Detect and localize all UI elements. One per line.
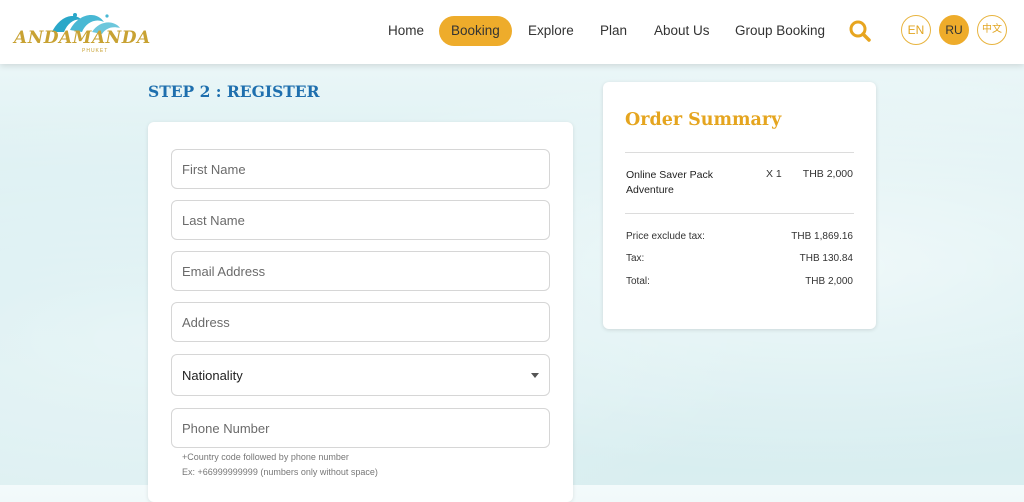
summary-divider-top (625, 152, 854, 153)
tax-label: Tax: (626, 253, 645, 264)
logo-text: ANDAMANDA (14, 28, 151, 48)
chevron-down-icon (531, 373, 539, 378)
order-summary-card: Order Summary Online Saver Pack Adventur… (603, 82, 876, 329)
price-excl-tax-label: Price exclude tax: (626, 231, 705, 242)
summary-item-name: Online Saver Pack Adventure (626, 169, 713, 196)
address-input[interactable] (172, 303, 549, 341)
andamanda-logo[interactable]: ANDAMANDA PHUKET (12, 10, 150, 56)
registration-form: Nationality +Country code followed by ph… (148, 122, 573, 502)
price-excl-tax-value: THB 1,869.16 (791, 231, 853, 242)
nav-explore[interactable]: Explore (516, 16, 586, 46)
phone-field[interactable] (171, 408, 550, 448)
first-name-field[interactable] (171, 149, 550, 189)
phone-hint-format: +Country code followed by phone number (182, 452, 349, 462)
nav-group-booking[interactable]: Group Booking (723, 16, 837, 46)
nationality-select[interactable]: Nationality (171, 354, 550, 396)
nav-about-us[interactable]: About Us (642, 16, 722, 46)
summary-item-price: THB 2,000 (802, 168, 853, 180)
address-field[interactable] (171, 302, 550, 342)
nav-booking[interactable]: Booking (439, 16, 512, 46)
search-icon[interactable] (848, 19, 872, 43)
phone-hint-example: Ex: +66999999999 (numbers only without s… (182, 467, 378, 477)
last-name-input[interactable] (172, 201, 549, 239)
email-field[interactable] (171, 251, 550, 291)
order-summary-title: Order Summary (625, 110, 782, 130)
first-name-input[interactable] (172, 150, 549, 188)
nationality-label: Nationality (182, 368, 243, 383)
summary-item-qty: X 1 (766, 168, 782, 180)
total-label: Total: (626, 276, 650, 287)
nav-plan[interactable]: Plan (588, 16, 639, 46)
nav-home[interactable]: Home (376, 16, 436, 46)
language-en[interactable]: EN (901, 15, 931, 45)
top-navigation-bar: ANDAMANDA PHUKET Home Booking Explore Pl… (0, 0, 1024, 64)
tax-value: THB 130.84 (799, 253, 853, 264)
language-zh[interactable]: 中文 (977, 15, 1007, 45)
logo-subtext: PHUKET (82, 48, 109, 54)
phone-input[interactable] (172, 409, 549, 447)
language-ru[interactable]: RU (939, 15, 969, 45)
total-value: THB 2,000 (805, 276, 853, 287)
email-input[interactable] (172, 252, 549, 290)
step-title: STEP 2 : REGISTER (148, 82, 320, 101)
summary-divider-mid (625, 213, 854, 214)
last-name-field[interactable] (171, 200, 550, 240)
